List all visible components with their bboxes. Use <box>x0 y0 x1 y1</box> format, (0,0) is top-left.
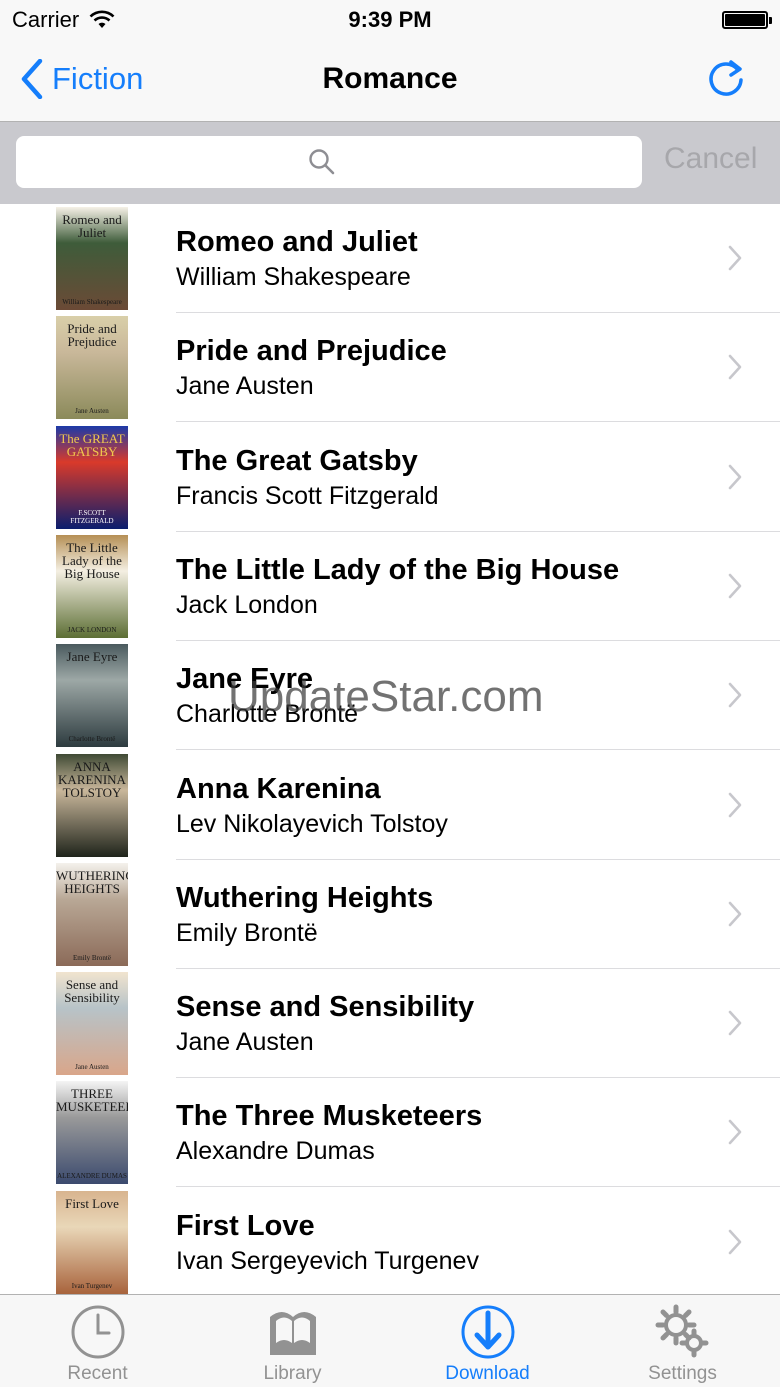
book-author: Lev Nikolayevich Tolstoy <box>176 810 448 838</box>
cover-title: The Little Lady of the Big House <box>62 540 122 581</box>
book-title: The Three Musketeers <box>176 1100 483 1132</box>
book-cover: WUTHERING HEIGHTS Emily Brontë <box>56 863 128 966</box>
book-author: Jane Austen <box>176 1028 314 1056</box>
book-author: Charlotte Brontë <box>176 700 359 728</box>
clock-icon <box>71 1305 124 1359</box>
cover-title: THREE MUSKETEERS <box>56 1086 128 1114</box>
tab-library[interactable]: Library <box>195 1295 390 1387</box>
tab-recent[interactable]: Recent <box>0 1295 195 1387</box>
list-item[interactable]: The GREAT GATSBY F.SCOTT FITZGERALD The Gr… <box>0 423 780 532</box>
tab-label: Settings <box>648 1363 717 1384</box>
chevron-right-icon <box>728 573 742 599</box>
cover-author: Jane Austen <box>75 407 109 415</box>
book-cover: The GREAT GATSBY F.SCOTT FITZGERALD <box>56 426 128 529</box>
chevron-right-icon <box>728 245 742 271</box>
book-title: Wuthering Heights <box>176 882 434 914</box>
book-title: First Love <box>176 1210 315 1242</box>
tab-bar: Recent Library Download Settings <box>0 1294 780 1387</box>
status-time: 9:39 PM <box>348 7 432 32</box>
status-bar: Carrier 9:39 PM <box>0 0 780 40</box>
chevron-right-icon <box>728 682 742 708</box>
cover-author: William Shakespeare <box>62 298 122 306</box>
cover-title: First Love <box>65 1196 119 1211</box>
download-icon <box>461 1305 514 1359</box>
chevron-right-icon <box>728 901 742 927</box>
row-separator <box>176 421 780 422</box>
tab-download[interactable]: Download <box>390 1295 585 1387</box>
cover-author: Emily Brontë <box>73 954 111 962</box>
cancel-button[interactable]: Cancel <box>664 142 757 176</box>
list-item[interactable]: The Little Lady of the Big House JACK LON… <box>0 532 780 641</box>
search-input[interactable] <box>16 136 642 188</box>
cover-author: Jane Austen <box>75 1063 109 1071</box>
book-author: Jack London <box>176 591 318 619</box>
book-cover: Pride and Prejudice Jane Austen <box>56 316 128 419</box>
book-title: Anna Karenina <box>176 773 381 805</box>
tab-settings[interactable]: Settings <box>585 1295 780 1387</box>
book-cover: Romeo and Juliet William Shakespeare <box>56 207 128 310</box>
book-title: Jane Eyre <box>176 663 314 695</box>
book-title: The Great Gatsby <box>176 445 418 477</box>
gear-icon <box>655 1304 708 1358</box>
cover-title: Jane Eyre <box>66 649 118 664</box>
chevron-right-icon <box>728 464 742 490</box>
book-cover: The Little Lady of the Big House JACK LON… <box>56 535 128 638</box>
book-icon <box>269 1312 316 1355</box>
search-icon <box>309 149 335 175</box>
cover-author: F.SCOTT FITZGERALD <box>70 509 114 525</box>
list-item[interactable]: WUTHERING HEIGHTS Emily Brontë Wuthering H… <box>0 860 780 969</box>
book-author: Francis Scott Fitzgerald <box>176 482 439 510</box>
list-item[interactable]: THREE MUSKETEERS ALEXANDRE DUMAS The Three… <box>0 1078 780 1187</box>
navigation-bar: Fiction Romance <box>0 40 780 122</box>
cover-author: Charlotte Brontë <box>68 735 116 743</box>
tab-label: Recent <box>67 1363 128 1384</box>
chevron-right-icon <box>728 1119 742 1145</box>
battery-icon <box>722 11 772 29</box>
book-title: The Little Lady of the Big House <box>176 554 620 586</box>
list-item[interactable]: Pride and Prejudice Jane Austen Pride and … <box>0 313 780 422</box>
book-cover: ANNA KARENINA TOLSTOY <box>56 754 128 857</box>
chevron-right-icon <box>728 1010 742 1036</box>
list-item[interactable]: ANNA KARENINA TOLSTOY Anna Karenina Lev Ni… <box>0 751 780 860</box>
cover-author: Ivan Turgenev <box>71 1282 113 1290</box>
book-title: Sense and Sensibility <box>176 991 475 1023</box>
book-author: Jane Austen <box>176 372 314 400</box>
row-separator <box>176 749 780 750</box>
cover-title: WUTHERING HEIGHTS <box>56 868 128 896</box>
cover-author: ALEXANDRE DUMAS <box>57 1172 127 1180</box>
refresh-button[interactable] <box>704 56 748 100</box>
book-title: Pride and Prejudice <box>176 335 447 367</box>
book-cover: First Love Ivan Turgenev <box>56 1191 128 1294</box>
book-author: William Shakespeare <box>176 263 411 291</box>
tab-label: Download <box>445 1363 530 1384</box>
book-title: Romeo and Juliet <box>176 226 418 258</box>
cover-title: The GREAT GATSBY <box>59 431 125 459</box>
book-author: Alexandre Dumas <box>176 1137 375 1165</box>
row-separator <box>176 1186 780 1187</box>
chevron-right-icon <box>728 792 742 818</box>
cover-title: Romeo and Juliet <box>62 212 122 240</box>
book-cover: Sense and Sensibility Jane Austen <box>56 972 128 1075</box>
search-bar: Cancel <box>0 122 780 204</box>
refresh-icon <box>709 60 743 96</box>
cover-title: Sense and Sensibility <box>64 977 120 1005</box>
book-cover: Jane Eyre Charlotte Brontë <box>56 644 128 747</box>
list-item[interactable]: Sense and Sensibility Jane Austen Sense an… <box>0 969 780 1078</box>
book-cover: THREE MUSKETEERS ALEXANDRE DUMAS <box>56 1081 128 1184</box>
cover-title: Pride and Prejudice <box>67 321 117 349</box>
cover-author: JACK LONDON <box>67 626 117 634</box>
page-title: Romance <box>322 62 458 95</box>
list-item[interactable]: Romeo and Juliet William Shakespeare Romeo… <box>0 204 780 313</box>
book-author: Emily Brontë <box>176 919 318 947</box>
cover-title: ANNA KARENINA TOLSTOY <box>58 759 126 800</box>
chevron-right-icon <box>728 354 742 380</box>
tab-label: Library <box>263 1363 322 1384</box>
list-item[interactable]: Jane Eyre Charlotte Brontë Jane Eyre Charlo… <box>0 641 780 750</box>
book-author: Ivan Sergeyevich Turgenev <box>176 1247 479 1275</box>
list-item[interactable]: First Love Ivan Turgenev First Love Ivan Se… <box>0 1188 780 1294</box>
book-list: Romeo and Juliet William Shakespeare Romeo… <box>0 204 780 1294</box>
chevron-right-icon <box>728 1229 742 1255</box>
